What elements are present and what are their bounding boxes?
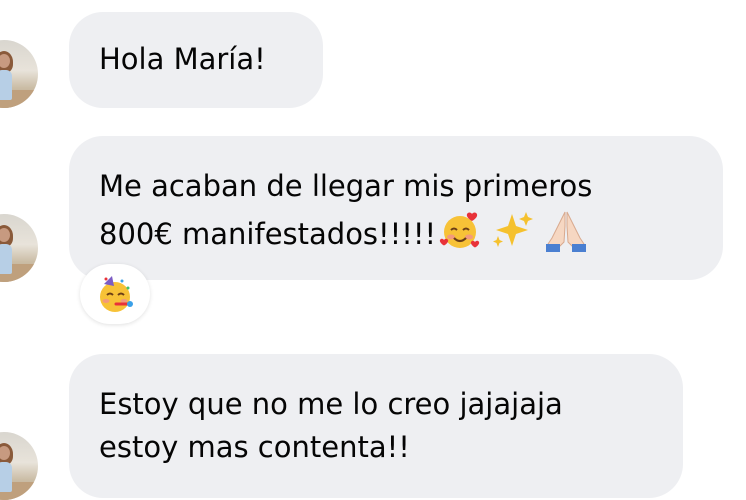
message-text: Hola María!: [99, 42, 266, 76]
chat-thread: Hola María! Me acaban de llegar mis prim…: [0, 0, 746, 500]
folded-hands-icon: [542, 208, 590, 264]
message-bubble[interactable]: Hola María!: [69, 12, 323, 108]
sparkles-icon: [490, 208, 534, 264]
message-text-line-2: 800€ manifestados!!!!!: [99, 208, 693, 264]
message-text: Me acaban de llegar mis primeros: [99, 169, 593, 203]
smiling-face-with-hearts-icon: [438, 208, 482, 264]
avatar[interactable]: [0, 214, 38, 282]
message-bubble[interactable]: Me acaban de llegar mis primeros 800€ ma…: [69, 136, 723, 280]
partying-face-icon: [94, 274, 136, 320]
message-bubble[interactable]: Estoy que no me lo creo jajajaja estoy m…: [69, 354, 683, 498]
avatar[interactable]: [0, 432, 38, 500]
message-text: Estoy que no me lo creo jajajaja: [99, 387, 563, 421]
message-text-line-2: estoy mas contenta!!: [99, 430, 410, 464]
message-reaction[interactable]: [80, 264, 150, 324]
avatar[interactable]: [0, 40, 38, 108]
